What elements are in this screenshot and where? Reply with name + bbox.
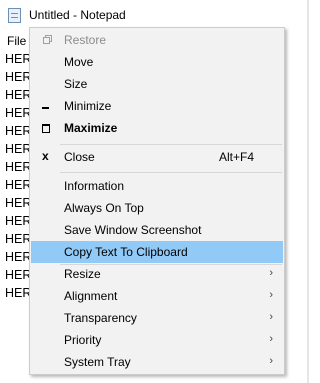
menu-file[interactable]: File xyxy=(7,34,26,48)
window-context-menu: Restore Move Size Minimize Maximize x Cl… xyxy=(29,27,285,375)
editor-line: HER xyxy=(5,268,32,282)
close-icon: x xyxy=(42,149,49,163)
menu-item-alignment[interactable]: Alignment › xyxy=(31,285,283,307)
window-border xyxy=(307,0,309,383)
menu-item-label: System Tray xyxy=(64,355,131,369)
menu-item-label: Save Window Screenshot xyxy=(64,223,202,237)
editor-line: HER xyxy=(5,52,32,66)
menu-item-label: Copy Text To Clipboard xyxy=(64,245,188,259)
menu-separator xyxy=(60,172,282,173)
menu-item-copy-text-to-clipboard[interactable]: Copy Text To Clipboard xyxy=(31,241,283,263)
menu-item-label: Size xyxy=(64,77,88,91)
menu-item-resize[interactable]: Resize › xyxy=(31,263,283,285)
menu-item-label: Minimize xyxy=(64,99,112,113)
menu-item-label: Priority xyxy=(64,333,102,347)
chevron-right-icon: › xyxy=(269,355,273,367)
menu-item-label: Restore xyxy=(64,33,107,47)
menu-item-maximize[interactable]: Maximize xyxy=(31,117,283,139)
menu-item-system-tray[interactable]: System Tray › xyxy=(31,351,283,373)
menu-item-information[interactable]: Information xyxy=(31,175,283,197)
window-title: Untitled - Notepad xyxy=(29,8,126,22)
menu-item-size[interactable]: Size xyxy=(31,73,283,95)
menu-item-label: Resize xyxy=(64,267,101,281)
menu-item-label: Alignment xyxy=(64,289,118,303)
editor-line: HER xyxy=(5,250,32,264)
editor-line: HER xyxy=(5,142,32,156)
menu-item-priority[interactable]: Priority › xyxy=(31,329,283,351)
menu-item-minimize[interactable]: Minimize xyxy=(31,95,283,117)
notepad-icon xyxy=(8,8,21,23)
restore-icon xyxy=(40,29,56,51)
editor-line: HER xyxy=(5,196,32,210)
menu-item-transparency[interactable]: Transparency › xyxy=(31,307,283,329)
menu-item-save-window-screenshot[interactable]: Save Window Screenshot xyxy=(31,219,283,241)
menu-item-label: Information xyxy=(64,179,125,193)
menu-item-shortcut: Alt+F4 xyxy=(218,150,254,164)
editor-line: HER xyxy=(5,106,32,120)
menu-item-label: Maximize xyxy=(64,121,118,135)
menu-item-close[interactable]: x Close Alt+F4 xyxy=(31,146,283,168)
menu-separator xyxy=(60,144,282,145)
editor-line: HER xyxy=(5,124,32,138)
menu-item-label: Always On Top xyxy=(64,201,144,215)
menu-item-restore[interactable]: Restore xyxy=(31,29,283,51)
editor-line: HER xyxy=(5,214,32,228)
editor-line: HER xyxy=(5,160,32,174)
editor-line: HER xyxy=(5,232,32,246)
editor-line: HER xyxy=(5,286,32,300)
editor-line: HER xyxy=(5,88,32,102)
chevron-right-icon: › xyxy=(269,267,273,279)
chevron-right-icon: › xyxy=(269,311,273,323)
editor-line: HER xyxy=(5,178,32,192)
chevron-right-icon: › xyxy=(269,333,273,345)
menu-item-always-on-top[interactable]: Always On Top xyxy=(31,197,283,219)
editor-line: HER xyxy=(5,70,32,84)
menu-item-label: Close xyxy=(64,150,95,164)
menu-item-label: Move xyxy=(64,55,94,69)
menu-item-move[interactable]: Move xyxy=(31,51,283,73)
chevron-right-icon: › xyxy=(269,289,273,301)
minimize-icon xyxy=(40,95,56,117)
maximize-icon xyxy=(40,117,56,139)
menu-item-label: Transparency xyxy=(64,311,137,325)
